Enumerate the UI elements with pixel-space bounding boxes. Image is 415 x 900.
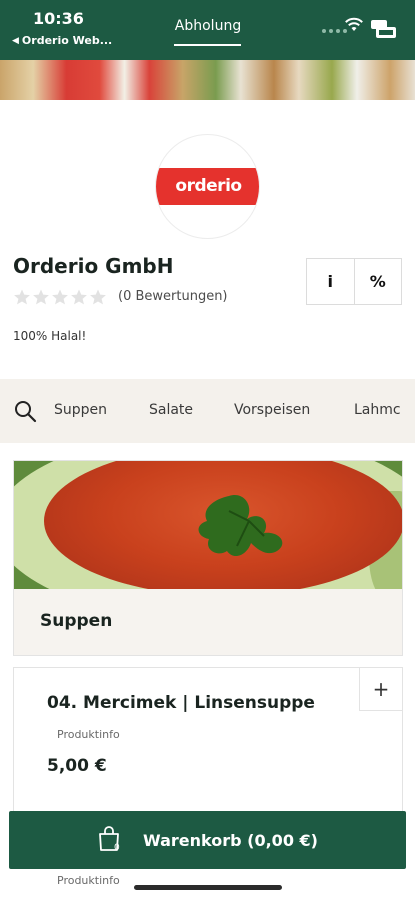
category-tab-vorspeisen[interactable]: Vorspeisen [234,402,310,418]
restaurant-logo: orderio [155,134,260,239]
product-card[interactable]: 04. Mercimek | Linsensuppe Produktinfo 5… [13,667,403,827]
tab-active-indicator [174,44,241,46]
restaurant-name: Orderio GmbH [13,254,174,278]
info-button[interactable]: i [307,259,354,304]
cart-button[interactable]: 0 Warenkorb (0,00 €) [9,811,406,869]
category-title: Suppen [40,611,113,631]
status-time: 10:36 [33,9,84,28]
restaurant-tagline: 100% Halal! [13,329,87,343]
star-icon [52,289,68,305]
star-icon [14,289,30,305]
category-nav: Suppen Salate Vorspeisen Lahmc [0,379,415,443]
star-icon [90,289,106,305]
star-icon [33,289,49,305]
product-info-link[interactable]: Produktinfo [57,728,120,741]
cart-count: 0 [114,843,120,853]
add-to-cart-button[interactable]: + [359,667,403,711]
category-hero-card: Suppen [13,460,403,656]
shopping-bag-icon: 0 [97,825,125,855]
product-price: 5,00 € [47,756,107,776]
star-icon [71,289,87,305]
home-indicator[interactable] [134,885,282,890]
rating-stars [13,288,107,306]
wifi-icon [345,17,363,31]
category-tab-lahmacun[interactable]: Lahmc [354,402,401,418]
parsley-garnish [198,495,283,557]
battery-icon [371,20,396,38]
back-app-label: Orderio Web... [21,34,113,47]
category-tab-suppen[interactable]: Suppen [54,402,107,418]
back-arrow-icon: ◀ [12,35,19,46]
search-icon[interactable] [13,399,37,423]
app-header: 10:36 ◀ Orderio Web... Abholung [0,0,415,60]
back-to-app-button[interactable]: ◀ Orderio Web... [12,34,112,47]
tab-pickup[interactable]: Abholung [166,18,250,46]
product-name: 04. Mercimek | Linsensuppe [47,693,315,713]
category-tab-salate[interactable]: Salate [149,402,193,418]
restaurant-action-buttons: i % [306,258,402,305]
ratings-count-link[interactable]: (0 Bewertungen) [118,289,228,304]
logo-text: orderio [156,168,259,205]
cart-label: Warenkorb (0,00 €) [143,830,318,850]
tab-pickup-label: Abholung [174,18,242,34]
banner-image [0,60,415,100]
discount-button[interactable]: % [353,259,402,304]
plus-icon: + [372,677,390,701]
next-product-info-link[interactable]: Produktinfo [57,874,120,887]
category-image [14,461,402,589]
